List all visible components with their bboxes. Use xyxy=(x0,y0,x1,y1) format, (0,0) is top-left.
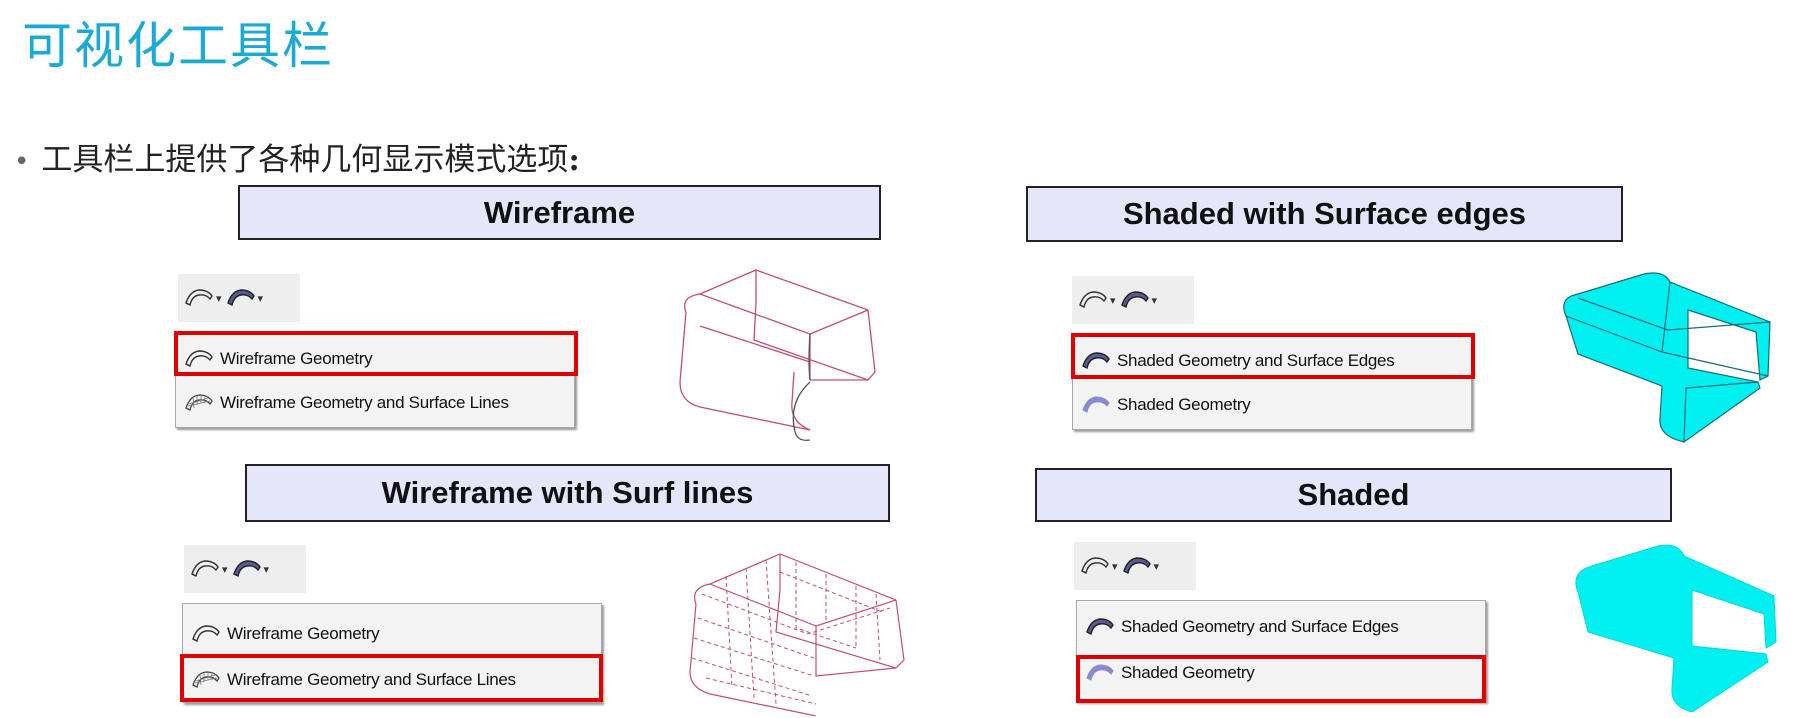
menu-item-shaded-geometry[interactable]: Shaded Geometry xyxy=(1073,383,1471,427)
menu-item-wireframe-geometry[interactable]: Wireframe Geometry xyxy=(183,612,601,656)
wireframe-geometry-icon xyxy=(191,623,221,645)
bullet-line: • 工具栏上提供了各种几何显示模式选项: xyxy=(14,134,580,179)
chevron-down-icon[interactable]: ▾ xyxy=(1154,560,1160,573)
shaded-toolbar-button[interactable]: ▾ xyxy=(226,287,264,309)
menu-item-label: Shaded Geometry xyxy=(1121,663,1255,682)
chevron-down-icon[interactable]: ▾ xyxy=(216,292,222,305)
shaded-edges-model xyxy=(1563,272,1771,443)
shaded-toolbar-button[interactable]: ▾ xyxy=(1120,289,1158,311)
shaded-edges-icon xyxy=(232,558,262,580)
chevron-down-icon[interactable]: ▾ xyxy=(1112,560,1118,573)
shaded-toolbar-button[interactable]: ▾ xyxy=(232,558,270,580)
shaded-edges-icon xyxy=(1085,616,1115,638)
shaded-edges-icon xyxy=(226,287,256,309)
bullet-text: 工具栏上提供了各种几何显示模式选项 xyxy=(41,142,569,178)
shaded-toolbar-button[interactable]: ▾ xyxy=(1122,555,1160,577)
menu-item-shaded-edges[interactable]: Shaded Geometry and Surface Edges xyxy=(1077,605,1485,649)
wireframe-geometry-icon xyxy=(1078,289,1108,311)
chevron-down-icon[interactable]: ▾ xyxy=(1110,294,1116,307)
display-toolbar: ▾ ▾ xyxy=(1074,542,1196,590)
menu-item-label: Wireframe Geometry and Surface Lines xyxy=(227,670,516,689)
wireframe-toolbar-button[interactable]: ▾ xyxy=(184,287,222,309)
menu-item-label: Wireframe Geometry xyxy=(220,349,373,368)
display-mode-menu: Shaded Geometry and Surface Edges Shaded… xyxy=(1072,334,1472,430)
wireframe-toolbar-button[interactable]: ▾ xyxy=(1078,289,1116,311)
shaded-edges-icon xyxy=(1081,350,1111,372)
shaded-edges-icon xyxy=(1120,289,1150,311)
menu-item-shaded-geometry[interactable]: Shaded Geometry xyxy=(1077,651,1485,695)
bullet-dot: • xyxy=(14,147,30,177)
wireframe-model xyxy=(679,269,876,441)
display-mode-menu: Wireframe Geometry Wireframe Geometry an… xyxy=(175,332,575,428)
menu-item-label: Shaded Geometry and Surface Edges xyxy=(1121,617,1399,636)
chevron-down-icon[interactable]: ▾ xyxy=(1152,294,1158,307)
shaded-edges-icon xyxy=(1122,555,1152,577)
display-toolbar: ▾ ▾ xyxy=(1072,276,1194,324)
chevron-down-icon[interactable]: ▾ xyxy=(222,563,228,576)
shaded-model xyxy=(1575,544,1777,712)
header-shaded: Shaded xyxy=(1035,468,1672,522)
bullet-colon: : xyxy=(568,142,580,178)
wireframe-surface-lines-icon xyxy=(184,392,214,414)
menu-item-wireframe-surface-lines[interactable]: Wireframe Geometry and Surface Lines xyxy=(183,658,601,702)
wireframe-geometry-icon xyxy=(184,348,214,370)
wireframe-geometry-icon xyxy=(184,287,214,309)
menu-item-label: Wireframe Geometry xyxy=(227,624,380,643)
shaded-geometry-icon xyxy=(1081,394,1111,416)
display-mode-menu: Wireframe Geometry Wireframe Geometry an… xyxy=(182,603,602,703)
header-wireframe: Wireframe xyxy=(238,185,881,240)
header-wireframe-surf-lines: Wireframe with Surf lines xyxy=(245,464,890,522)
wireframe-geometry-icon xyxy=(190,558,220,580)
page-title: 可视化工具栏 xyxy=(22,17,334,75)
header-shaded-edges: Shaded with Surface edges xyxy=(1026,186,1623,242)
display-toolbar: ▾ ▾ xyxy=(184,545,306,593)
display-mode-menu: Shaded Geometry and Surface Edges Shaded… xyxy=(1076,600,1486,702)
menu-item-shaded-edges[interactable]: Shaded Geometry and Surface Edges xyxy=(1073,339,1471,383)
menu-item-label: Shaded Geometry and Surface Edges xyxy=(1117,351,1395,370)
wireframe-toolbar-button[interactable]: ▾ xyxy=(190,558,228,580)
wireframe-surf-lines-model xyxy=(689,553,905,716)
wireframe-surface-lines-icon xyxy=(191,669,221,691)
wireframe-geometry-icon xyxy=(1080,555,1110,577)
wireframe-toolbar-button[interactable]: ▾ xyxy=(1080,555,1118,577)
menu-item-label: Wireframe Geometry and Surface Lines xyxy=(220,393,509,412)
display-toolbar: ▾ ▾ xyxy=(178,274,300,322)
menu-item-wireframe-geometry[interactable]: Wireframe Geometry xyxy=(176,337,574,381)
menu-item-wireframe-surface-lines[interactable]: Wireframe Geometry and Surface Lines xyxy=(176,381,574,425)
shaded-geometry-icon xyxy=(1085,662,1115,684)
menu-item-label: Shaded Geometry xyxy=(1117,395,1251,414)
chevron-down-icon[interactable]: ▾ xyxy=(264,563,270,576)
chevron-down-icon[interactable]: ▾ xyxy=(258,292,264,305)
